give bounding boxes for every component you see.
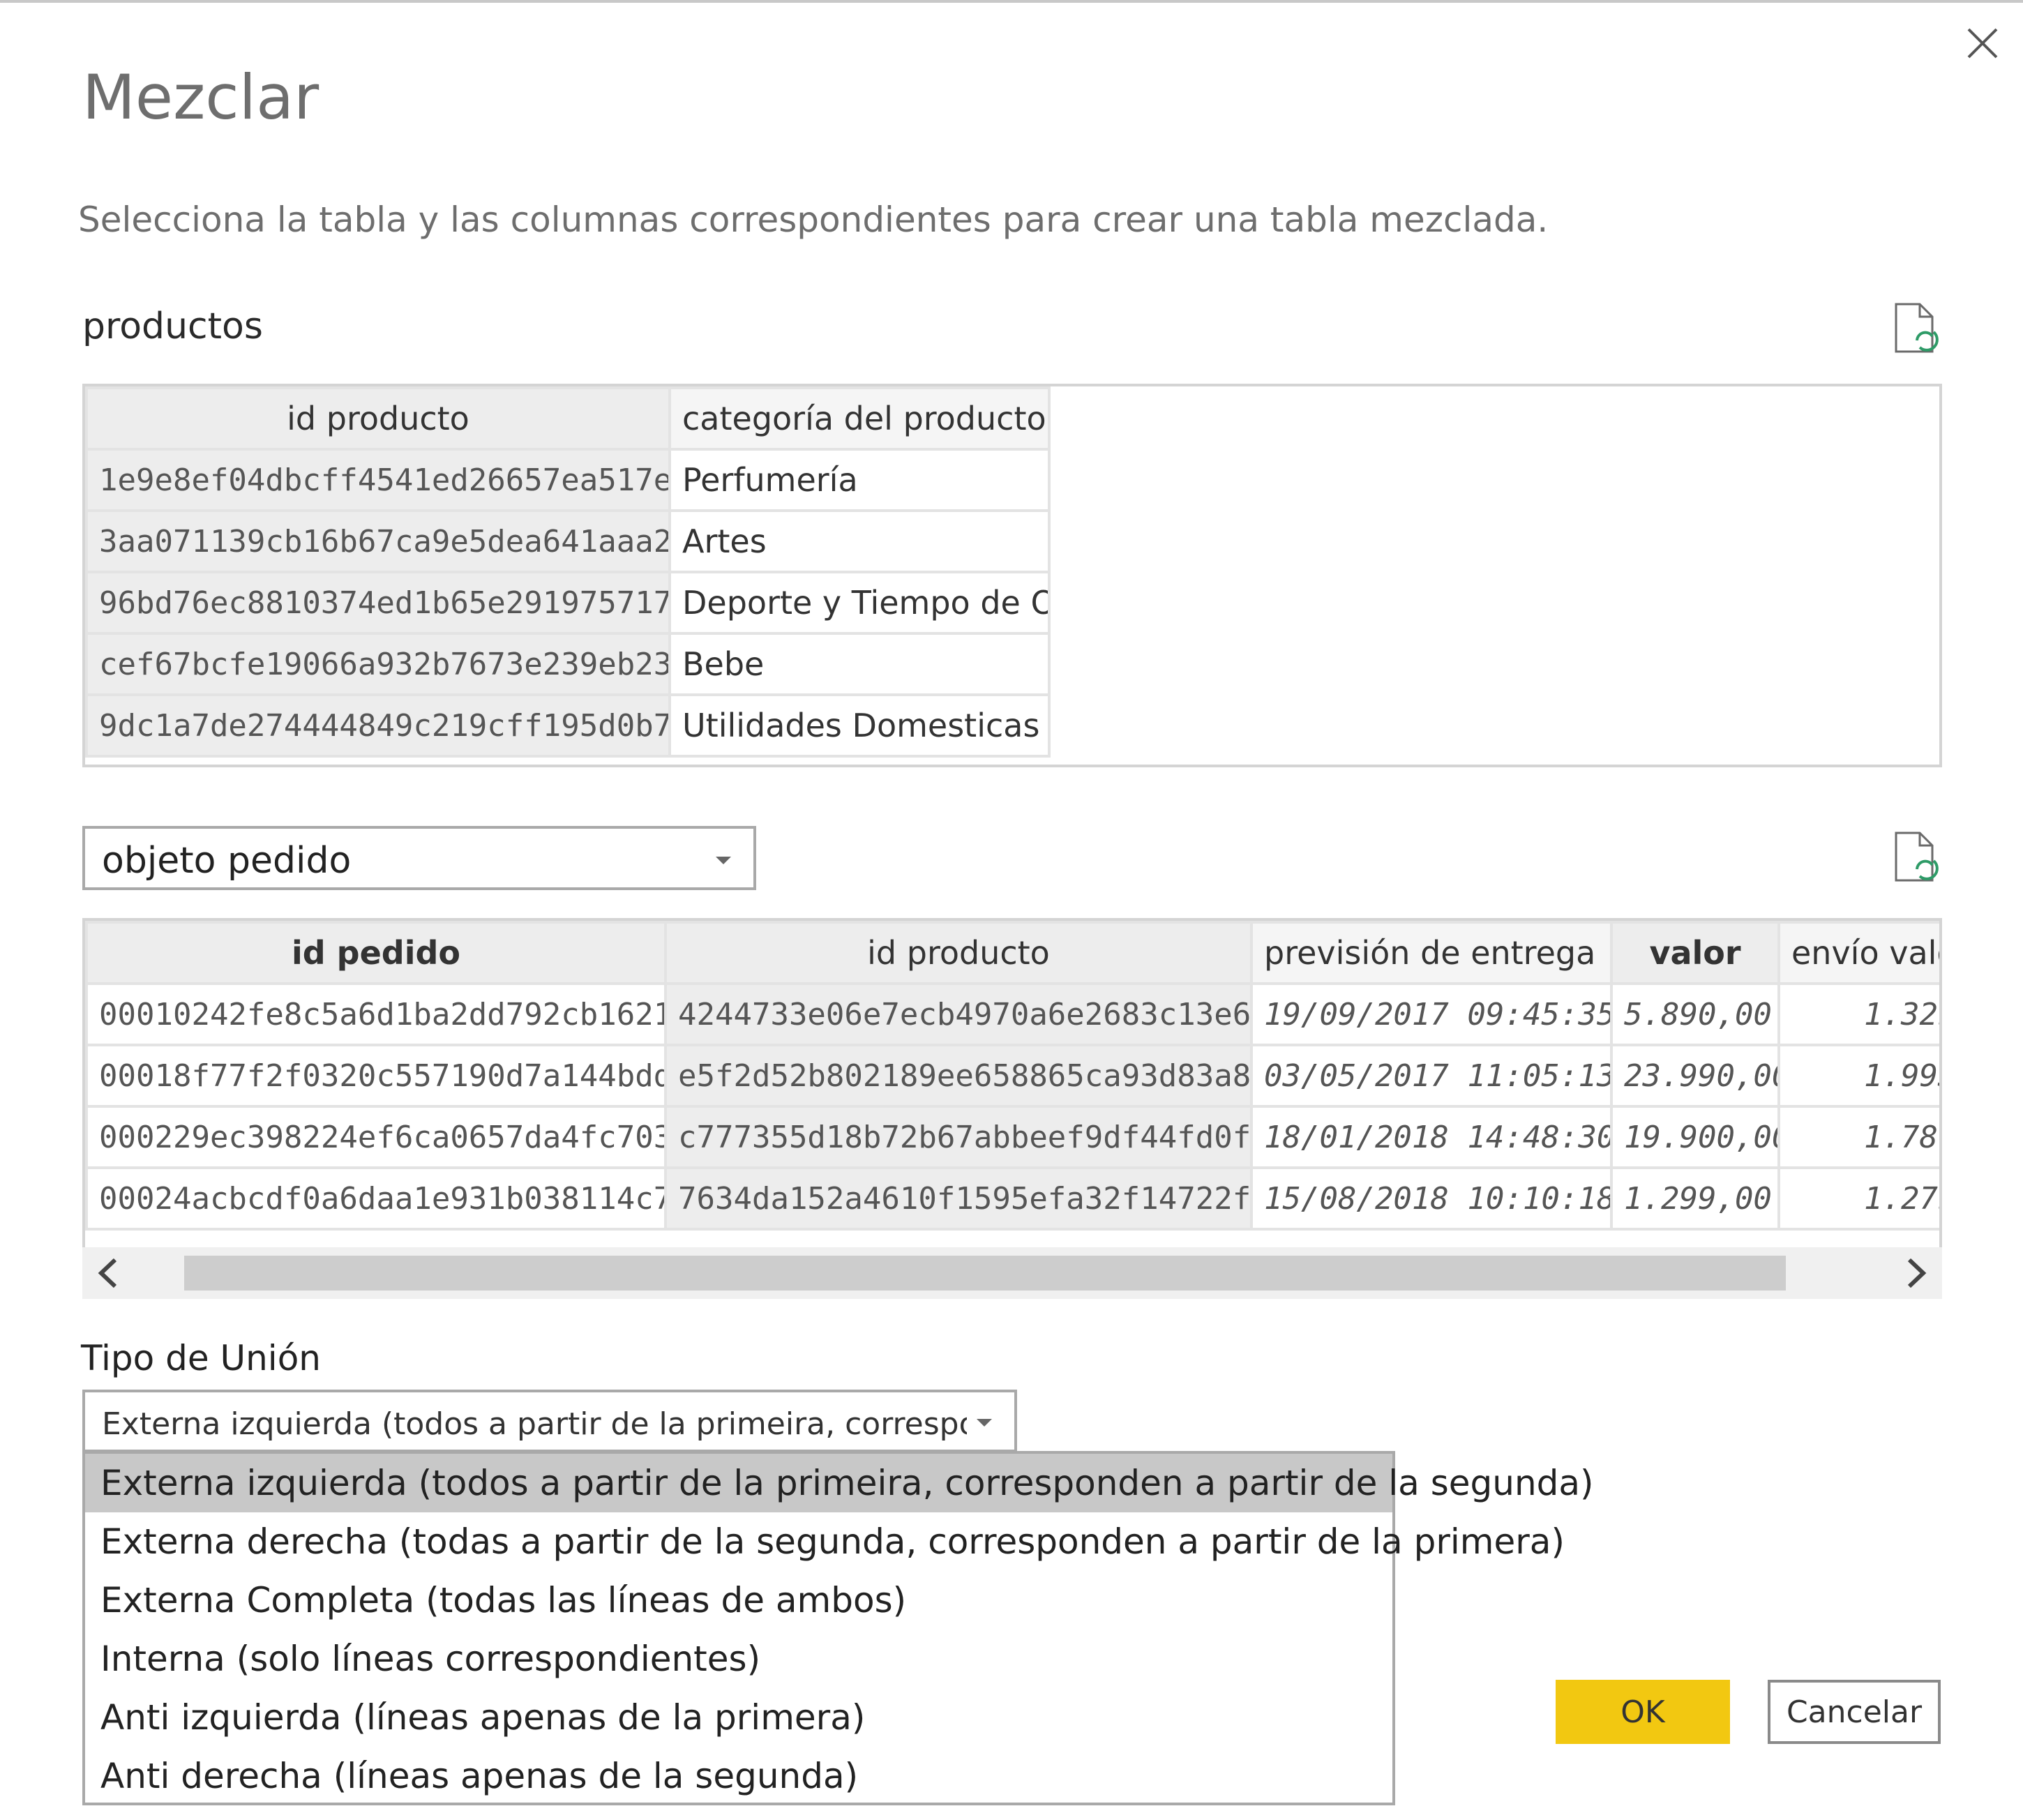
- join-type-options: Externa izquierda (todos a partir de la …: [82, 1451, 1594, 1805]
- column-header-id-producto[interactable]: id producto: [85, 386, 671, 451]
- table-cell: Utilidades Domesticas: [668, 693, 1051, 758]
- table-cell: 7634da152a4610f1595efa32f14722fc: [664, 1166, 1253, 1231]
- join-option-full-outer[interactable]: Externa Completa (todas las líneas de am…: [85, 1571, 1392, 1630]
- table-cell: 00010242fe8c5a6d1ba2dd792cb16214: [85, 982, 667, 1046]
- table-cell: 1.993: [1777, 1044, 1939, 1108]
- table-cell: Bebe: [668, 632, 1051, 696]
- join-type-label: Tipo de Unión: [81, 1338, 321, 1378]
- file-refresh-icon[interactable]: [1892, 830, 1941, 883]
- column-header-id-producto[interactable]: id producto: [664, 921, 1253, 985]
- table-cell: 1e9e8ef04dbcff4541ed26657ea517e5: [85, 448, 671, 512]
- table-cell: c777355d18b72b67abbeef9df44fd0fd: [664, 1105, 1253, 1169]
- horizontal-scrollbar[interactable]: [82, 1247, 1942, 1299]
- chevron-left-icon[interactable]: [82, 1247, 134, 1299]
- table-cell: 19/09/2017 09:45:35: [1250, 982, 1613, 1046]
- table-cell: 18/01/2018 14:48:30: [1250, 1105, 1613, 1169]
- first-table-grid: id producto categoría del producto 1e9e8…: [85, 386, 1051, 758]
- table-cell: 4244733e06e7ecb4970a6e2683c13e61: [664, 982, 1253, 1046]
- merge-dialog: Mezclar Selecciona la tabla y las column…: [0, 0, 2023, 1820]
- dialog-title: Mezclar: [82, 61, 319, 133]
- table-row: 3aa071139cb16b67ca9e5dea641aaa2f Artes: [85, 509, 1051, 573]
- second-table-preview: id pedido id producto previsión de entre…: [82, 918, 1942, 1250]
- table-row: 96bd76ec8810374ed1b65e291975717f Deporte…: [85, 571, 1051, 635]
- dropdown-arrow-icon: [977, 1419, 992, 1427]
- column-header-envio-valor[interactable]: envío valor: [1777, 921, 1939, 985]
- join-option-right-anti[interactable]: Anti derecha (líneas apenas de la segund…: [85, 1747, 1392, 1805]
- table-row: 000229ec398224ef6ca0657da4fc703e c777355…: [85, 1105, 1939, 1169]
- scrollbar-thumb[interactable]: [184, 1256, 1786, 1291]
- close-icon[interactable]: [1962, 22, 2003, 64]
- ok-button[interactable]: OK: [1556, 1680, 1730, 1744]
- second-table-select[interactable]: objeto pedido: [82, 826, 756, 890]
- table-row: 00010242fe8c5a6d1ba2dd792cb16214 4244733…: [85, 982, 1939, 1046]
- table-cell: cef67bcfe19066a932b7673e239eb23d: [85, 632, 671, 696]
- table-cell: 23.990,00: [1610, 1044, 1780, 1108]
- second-table-grid: id pedido id producto previsión de entre…: [85, 921, 1939, 1231]
- first-table-preview: id producto categoría del producto 1e9e8…: [82, 384, 1942, 767]
- join-option-left-outer[interactable]: Externa izquierda (todos a partir de la …: [85, 1454, 1594, 1512]
- table-row: 00024acbcdf0a6daa1e931b038114c75 7634da1…: [85, 1166, 1939, 1231]
- column-header-valor[interactable]: valor: [1610, 921, 1780, 985]
- table-cell: 1.279: [1777, 1166, 1939, 1231]
- table-cell: 1.787: [1777, 1105, 1939, 1169]
- table-cell: Deporte y Tiempo de Ocio: [668, 571, 1051, 635]
- table-row: 9dc1a7de274444849c219cff195d0b71 Utilida…: [85, 693, 1051, 758]
- column-header-id-pedido[interactable]: id pedido: [85, 921, 667, 985]
- cancel-button[interactable]: Cancelar: [1768, 1680, 1941, 1744]
- first-table-name: productos: [82, 306, 263, 347]
- table-cell: 15/08/2018 10:10:18: [1250, 1166, 1613, 1231]
- table-header-row: id producto categoría del producto: [85, 386, 1051, 451]
- table-cell: 3aa071139cb16b67ca9e5dea641aaa2f: [85, 509, 671, 573]
- table-cell: 03/05/2017 11:05:13: [1250, 1044, 1613, 1108]
- join-type-selected: Externa izquierda (todos a partir de la …: [102, 1406, 967, 1442]
- table-row: 1e9e8ef04dbcff4541ed26657ea517e5 Perfume…: [85, 448, 1051, 512]
- join-option-inner[interactable]: Interna (solo líneas correspondientes): [85, 1630, 1392, 1688]
- join-type-select[interactable]: Externa izquierda (todos a partir de la …: [82, 1390, 1017, 1452]
- column-header-categoria[interactable]: categoría del producto: [668, 386, 1051, 451]
- table-cell: 19.900,00: [1610, 1105, 1780, 1169]
- table-cell: e5f2d52b802189ee658865ca93d83a8f: [664, 1044, 1253, 1108]
- dialog-subtitle: Selecciona la tabla y las columnas corre…: [78, 200, 1549, 240]
- table-cell: 5.890,00: [1610, 982, 1780, 1046]
- table-row: cef67bcfe19066a932b7673e239eb23d Bebe: [85, 632, 1051, 696]
- table-cell: 1.299,00: [1610, 1166, 1780, 1231]
- table-cell: 1.329: [1777, 982, 1939, 1046]
- table-cell: 96bd76ec8810374ed1b65e291975717f: [85, 571, 671, 635]
- table-cell: 000229ec398224ef6ca0657da4fc703e: [85, 1105, 667, 1169]
- table-header-row: id pedido id producto previsión de entre…: [85, 921, 1939, 985]
- table-cell: Artes: [668, 509, 1051, 573]
- table-cell: Perfumería: [668, 448, 1051, 512]
- table-cell: 9dc1a7de274444849c219cff195d0b71: [85, 693, 671, 758]
- file-refresh-icon[interactable]: [1892, 301, 1941, 354]
- join-option-left-anti[interactable]: Anti izquierda (líneas apenas de la prim…: [85, 1688, 1392, 1747]
- column-header-prevision-entrega[interactable]: previsión de entrega: [1250, 921, 1613, 985]
- table-cell: 00024acbcdf0a6daa1e931b038114c75: [85, 1166, 667, 1231]
- dropdown-arrow-icon: [716, 857, 731, 864]
- chevron-right-icon[interactable]: [1890, 1247, 1942, 1299]
- table-row: 00018f77f2f0320c557190d7a144bdd3 e5f2d52…: [85, 1044, 1939, 1108]
- join-option-right-outer[interactable]: Externa derecha (todas a partir de la se…: [85, 1512, 1565, 1571]
- second-table-selected: objeto pedido: [102, 840, 352, 882]
- table-cell: 00018f77f2f0320c557190d7a144bdd3: [85, 1044, 667, 1108]
